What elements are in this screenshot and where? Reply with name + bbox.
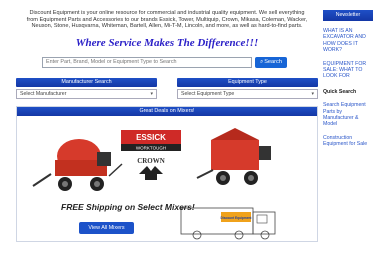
- logo-crown-text: CROWN: [137, 157, 165, 165]
- mixer-banner-graphic: ESSICK WORKTOUGH CROWN Discount Equipmen…: [32, 127, 276, 240]
- manufacturer-filter-heading: Manufacturer Search: [16, 77, 157, 87]
- sidebar-link[interactable]: Construction Equipment for Sale: [323, 135, 373, 148]
- search-button-label: Search: [264, 59, 282, 66]
- search-icon: ⌕: [260, 58, 264, 65]
- manufacturer-select-value: Select Manufacturer: [20, 90, 67, 97]
- sidebar-heading: Newsletter: [323, 10, 373, 21]
- logo-mark-icon: [139, 165, 163, 174]
- logo-brand-text: ESSICK: [136, 133, 166, 142]
- sidebar: Newsletter WHAT IS AN EXCAVATOR AND HOW …: [323, 10, 373, 148]
- mixer-right-image: [196, 127, 271, 185]
- manufacturer-filter: Manufacturer Search Select Manufacturer …: [16, 77, 157, 99]
- intro-text: Discount Equipment is your online resour…: [26, 10, 308, 30]
- truck-image: Discount Equipment: [180, 207, 276, 240]
- search-button[interactable]: ⌕ Search: [255, 56, 287, 68]
- mixer-left-image: [32, 138, 123, 191]
- view-mixers-button[interactable]: View All Mixers: [79, 221, 134, 234]
- equipment-type-select-value: Select Equipment Type: [181, 90, 235, 97]
- brand-logos: ESSICK WORKTOUGH CROWN: [121, 129, 181, 180]
- chevron-down-icon: ▾: [150, 90, 153, 97]
- featured-heading: Great Deals on Mixers!: [17, 106, 317, 116]
- sidebar-subheading: Quick Search: [323, 88, 357, 95]
- sidebar-link[interactable]: Search Equipment Parts by Manufacturer &…: [323, 102, 373, 128]
- logo-sub-text: WORKTOUGH: [136, 145, 166, 150]
- search-bar: ⌕ Search: [16, 56, 318, 68]
- equipment-type-filter: Equipment Type Select Equipment Type ▾: [177, 77, 318, 99]
- sidebar-link[interactable]: EQUIPMENT FOR SALE: WHAT TO LOOK FOR: [323, 61, 373, 80]
- featured-section: Great Deals on Mixers! ESSICK WORKTOUGH …: [16, 105, 318, 242]
- equipment-type-select[interactable]: Select Equipment Type ▾: [177, 88, 318, 99]
- filters-row: Manufacturer Search Select Manufacturer …: [16, 77, 318, 99]
- search-input[interactable]: [42, 56, 252, 68]
- main-content: Discount Equipment is your online resour…: [16, 10, 318, 242]
- equipment-type-filter-heading: Equipment Type: [177, 77, 318, 87]
- mixer-banner[interactable]: ESSICK WORKTOUGH CROWN Discount Equipmen…: [17, 115, 317, 241]
- truck-brand-text: Discount Equipment: [221, 216, 253, 220]
- manufacturer-select[interactable]: Select Manufacturer ▾: [16, 88, 157, 99]
- chevron-down-icon: ▾: [311, 90, 314, 97]
- tagline: Where Service Makes The Difference!!!: [75, 36, 259, 49]
- sidebar-link[interactable]: WHAT IS AN EXCAVATOR AND HOW DOES IT WOR…: [323, 28, 373, 54]
- free-shipping-text: FREE Shipping on Select Mixers!: [61, 201, 195, 212]
